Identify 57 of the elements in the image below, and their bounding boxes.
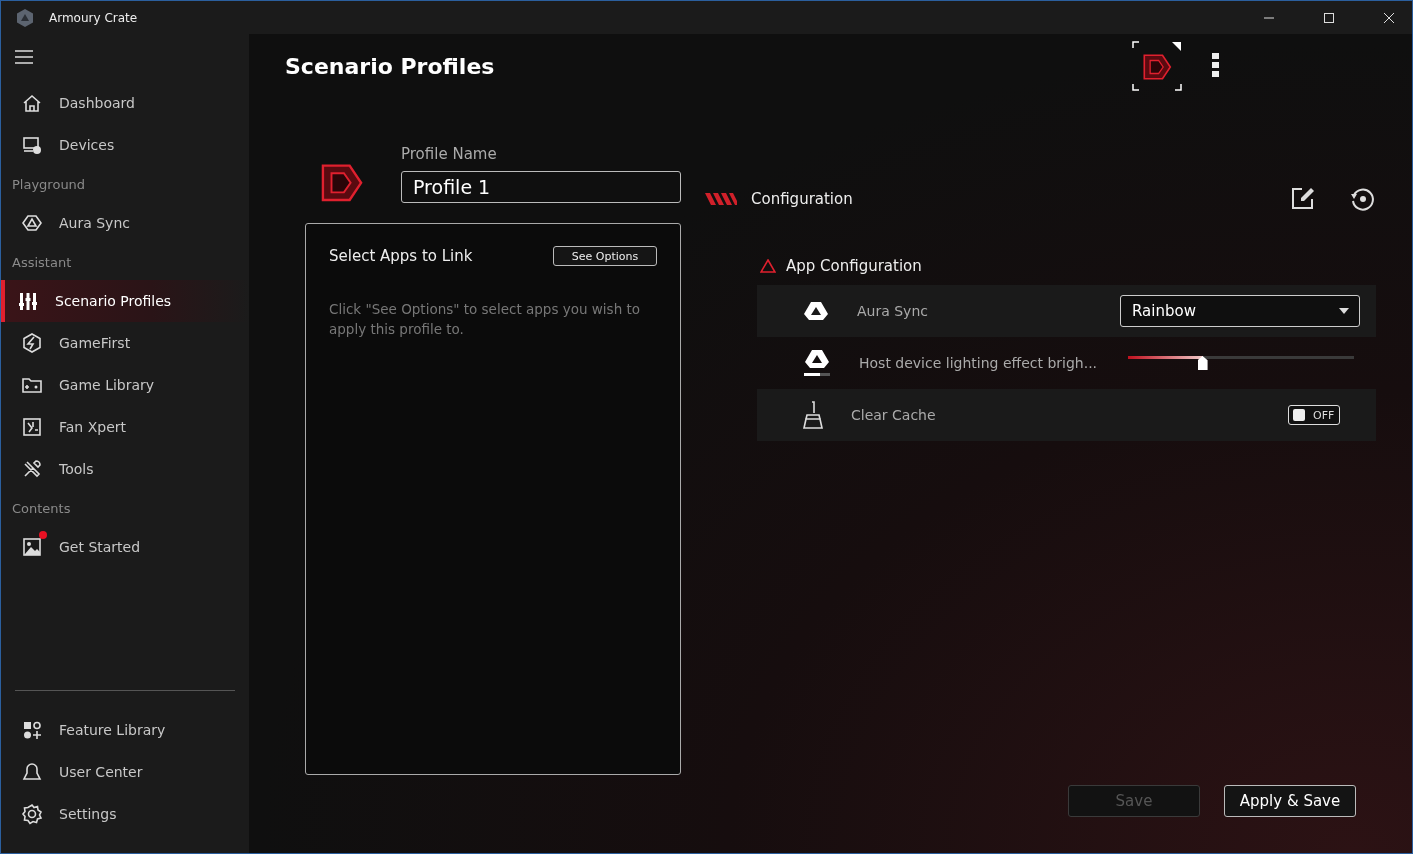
app-logo-icon [15, 7, 35, 28]
effect-dropdown[interactable]: Rainbow [1120, 295, 1360, 327]
action-button[interactable]: Apply & Save [1224, 785, 1356, 817]
bolt-hexagon-icon [21, 332, 43, 354]
brush-icon [803, 401, 823, 429]
sidebar-item[interactable]: Dashboard [1, 82, 249, 124]
slider-thumb[interactable] [1197, 356, 1208, 370]
sidebar-item[interactable]: GameFirst [1, 322, 249, 364]
reset-button[interactable] [1350, 186, 1376, 212]
sliders-icon [17, 290, 39, 312]
fan-panel-icon [21, 416, 43, 438]
sidebar-item[interactable]: Feature Library [1, 709, 249, 751]
sidebar-item[interactable]: Get Started [1, 526, 249, 568]
section-title: App Configuration [786, 257, 922, 275]
row-label: Aura Sync [857, 303, 929, 319]
page-title: Scenario Profiles [285, 53, 496, 79]
row-label: Host device lighting effect brigh... [859, 355, 1099, 371]
stripes-icon [705, 193, 737, 205]
tools-icon [21, 458, 43, 480]
window-title: Armoury Crate [49, 10, 139, 25]
sidebar-item[interactable]: Tools [1, 448, 249, 490]
settings-icon [21, 803, 43, 825]
clear-cache-toggle[interactable]: OFF [1288, 405, 1340, 425]
profile-name-input[interactable]: Profile 1 [401, 171, 681, 203]
caret-icon [1339, 308, 1349, 314]
close-icon [1384, 12, 1394, 23]
home-icon [21, 92, 43, 114]
aura-icon [21, 212, 43, 234]
triangle-logo-icon [803, 300, 829, 322]
user-icon [21, 761, 43, 783]
sidebar-section-label: Assistant [11, 253, 73, 272]
profile-logo-icon [321, 163, 363, 203]
sidebar-item[interactable]: Aura Sync [1, 202, 249, 244]
sidebar-section-label: Contents [11, 499, 72, 518]
sidebar-item[interactable]: Devices [1, 124, 249, 166]
shapes-plus-icon [21, 719, 43, 741]
brightness-slider[interactable] [1125, 355, 1357, 371]
warning-triangle-icon [760, 259, 776, 273]
more-menu-button[interactable] [1210, 53, 1222, 79]
section-title: Configuration [751, 190, 854, 208]
sidebar-item[interactable]: Fan Xpert [1, 406, 249, 448]
devices-icon [21, 134, 43, 156]
see-options-button[interactable]: See Options [553, 246, 657, 266]
maximize-icon [1324, 12, 1334, 23]
menu-icon [15, 50, 33, 64]
field-label: Profile Name [401, 145, 498, 163]
profile-frame-button[interactable] [1132, 41, 1182, 91]
sidebar-item[interactable]: Game Library [1, 364, 249, 406]
sidebar-section-label: Playground [11, 175, 87, 194]
hint-text: Click "See Options" to select apps you wish to apply this profile to. [329, 300, 642, 339]
triangle-logo-brightness-icon [803, 348, 831, 378]
edit-button[interactable] [1290, 186, 1316, 212]
sidebar-item[interactable]: Settings [1, 793, 249, 835]
panel-title: Select Apps to Link [329, 247, 473, 265]
row-label: Clear Cache [851, 407, 937, 423]
image-icon [21, 536, 43, 558]
sidebar-item[interactable]: User Center [1, 751, 249, 793]
